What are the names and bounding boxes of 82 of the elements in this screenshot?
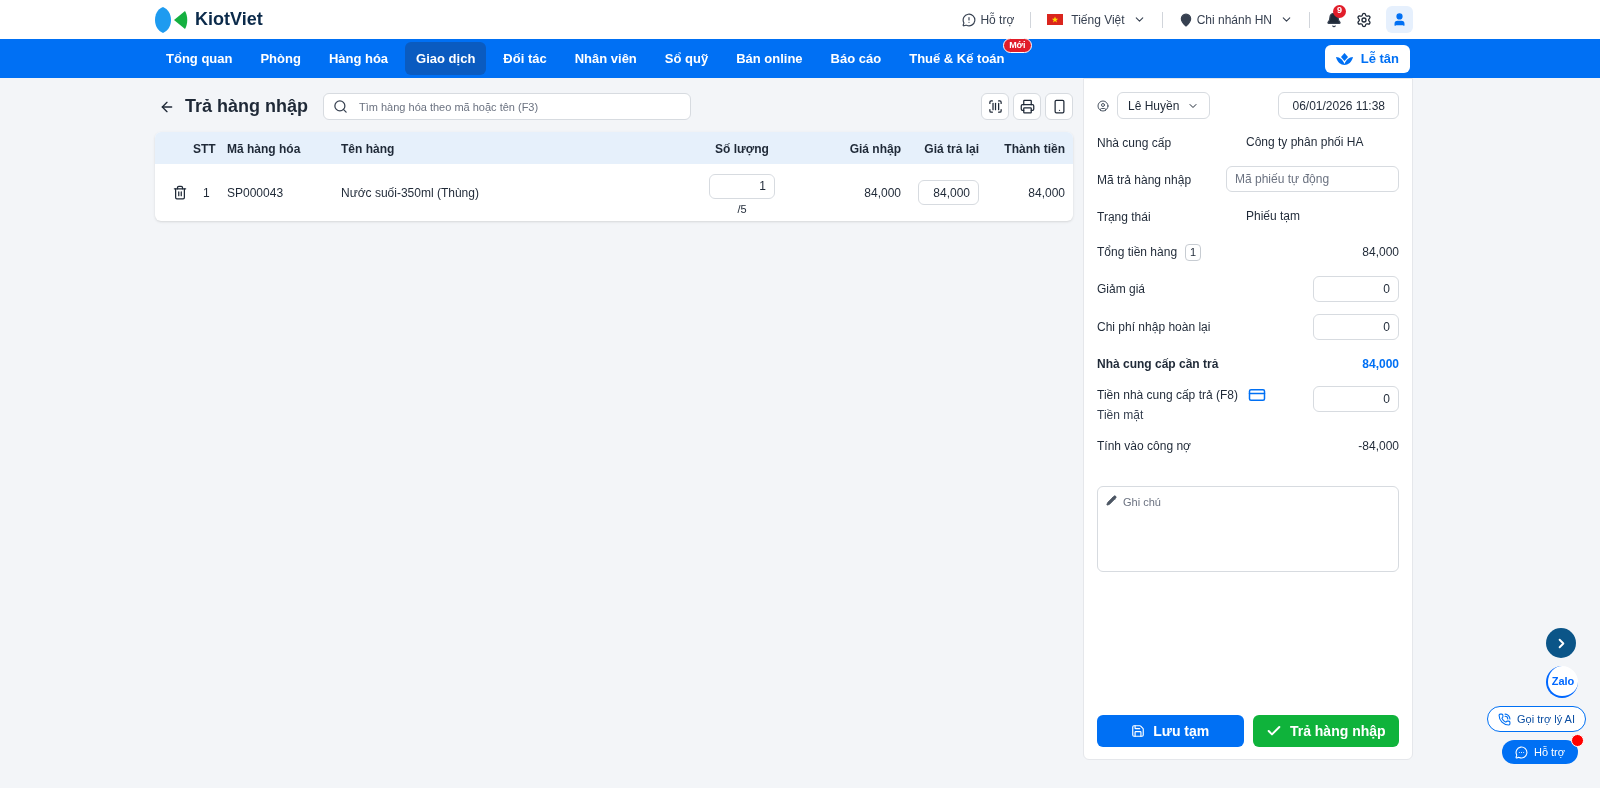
nav-tab[interactable]: Hàng hóa bbox=[317, 42, 400, 75]
barcode-icon bbox=[987, 99, 1003, 114]
support-link[interactable]: Hỗ trợ bbox=[962, 10, 1015, 29]
field-value: 84,000 bbox=[1362, 356, 1399, 373]
flag-icon bbox=[1047, 14, 1064, 25]
column-header: Số lượng bbox=[715, 142, 769, 156]
column-header: Giá nhập bbox=[849, 142, 901, 156]
field-value: -84,000 bbox=[1358, 438, 1399, 455]
new-badge: Mới bbox=[1003, 38, 1032, 53]
logo-icon bbox=[155, 5, 189, 34]
field-value: Phiếu tạm bbox=[1246, 208, 1301, 225]
card-icon[interactable] bbox=[1247, 386, 1266, 404]
field-value: 84,000 bbox=[1362, 244, 1399, 261]
return-goods-button[interactable]: Trả hàng nhập bbox=[1252, 715, 1399, 747]
notification-count: 9 bbox=[1333, 4, 1346, 18]
field-label: Tính vào công nợ bbox=[1097, 438, 1191, 455]
nav-tab[interactable]: Báo cáo bbox=[819, 42, 893, 75]
avatar-button[interactable] bbox=[1386, 6, 1413, 33]
field-value: Công ty phân phối HA bbox=[1246, 134, 1364, 151]
nav-tab[interactable]: Tổng quan bbox=[155, 42, 244, 75]
input-field[interactable]: 0 bbox=[1313, 386, 1399, 412]
phone-button[interactable] bbox=[1045, 93, 1073, 120]
column-header: STT bbox=[193, 142, 216, 156]
field-label: Chi phí nhập hoàn lại bbox=[1097, 319, 1211, 336]
search-icon bbox=[333, 99, 348, 114]
chat-bubble-icon bbox=[1514, 745, 1528, 759]
table-cell: Nước suối-350ml (Thùng) bbox=[341, 185, 479, 200]
language-select[interactable]: Tiếng Việt bbox=[1047, 10, 1146, 29]
print-button[interactable] bbox=[1013, 93, 1041, 120]
phone-icon bbox=[1498, 712, 1512, 726]
field-label: Nhà cung cấp cần trả bbox=[1097, 356, 1219, 373]
field-label: Tổng tiền hàng bbox=[1097, 244, 1178, 261]
phone-icon bbox=[1051, 99, 1067, 114]
date-field[interactable]: 06/01/2026 11:38 bbox=[1278, 92, 1399, 119]
pencil-icon bbox=[1106, 495, 1117, 506]
printer-icon bbox=[1019, 99, 1035, 114]
table-cell: 84,000 bbox=[864, 185, 901, 200]
ai-assistant-button[interactable]: Gọi trợ lý AI bbox=[1487, 706, 1586, 732]
lotus-icon bbox=[1335, 52, 1353, 65]
nav-tab[interactable]: Phòng bbox=[249, 42, 312, 75]
search-field[interactable]: Tìm hàng hóa theo mã hoặc tên (F3) bbox=[323, 93, 691, 120]
table-cell: 1 bbox=[203, 185, 210, 200]
note-field[interactable]: Ghi chú bbox=[1097, 486, 1399, 572]
nav-tab[interactable]: Đối tác bbox=[492, 42, 558, 75]
field-label: Giảm giá bbox=[1097, 281, 1146, 298]
field-label: Tiền nhà cung cấp trả (F8) bbox=[1097, 387, 1238, 404]
column-header: Mã hàng hóa bbox=[227, 142, 301, 156]
table-cell: 84,000 bbox=[1028, 185, 1065, 200]
reception-button[interactable]: Lễ tân bbox=[1324, 44, 1410, 73]
field-label: Nhà cung cấp bbox=[1097, 136, 1172, 150]
input-field[interactable]: Mã phiếu tự động bbox=[1226, 166, 1399, 192]
branch-select[interactable]: Chi nhánh HN bbox=[1178, 10, 1293, 29]
user-icon bbox=[1097, 99, 1109, 112]
count-badge: 1 bbox=[1185, 243, 1202, 261]
return-price-field[interactable]: 84,000 bbox=[918, 180, 979, 205]
nav-tab[interactable]: Bán online bbox=[725, 42, 814, 75]
field-label: Mã trả hàng nhập bbox=[1097, 173, 1192, 187]
expand-button[interactable] bbox=[1546, 628, 1576, 658]
save-draft-button[interactable]: Lưu tạm bbox=[1097, 715, 1244, 747]
user-icon bbox=[1392, 12, 1407, 27]
page-title: Trả hàng nhập bbox=[185, 95, 309, 118]
quantity-limit: /5 bbox=[737, 201, 747, 217]
field-label: Trạng thái bbox=[1097, 210, 1151, 224]
map-pin-icon bbox=[1178, 12, 1193, 27]
chat-alert-icon bbox=[962, 12, 977, 27]
quantity-field[interactable]: 1 bbox=[709, 173, 775, 199]
barcode-button[interactable] bbox=[981, 93, 1009, 120]
column-header: Giá trả lại bbox=[924, 142, 979, 156]
nav-tab[interactable]: Sổ quỹ bbox=[653, 42, 720, 75]
logo-text: KiotViet bbox=[195, 8, 263, 31]
nav-tab[interactable]: Nhân viên bbox=[563, 42, 648, 75]
table-cell: SP000043 bbox=[227, 185, 284, 200]
input-field[interactable]: 0 bbox=[1313, 314, 1399, 340]
column-header: Thành tiền bbox=[1004, 142, 1065, 156]
payment-method-link[interactable]: Tiền mặt bbox=[1097, 406, 1266, 424]
input-field[interactable]: 0 bbox=[1313, 276, 1399, 302]
staff-select[interactable]: Lê Huyền bbox=[1117, 92, 1211, 119]
settings-icon[interactable] bbox=[1356, 11, 1372, 28]
column-header: Tên hàng bbox=[341, 142, 395, 156]
zalo-button[interactable]: Zalo bbox=[1546, 666, 1578, 698]
nav-tab[interactable]: Giao dịch bbox=[405, 42, 487, 75]
support-chat-button[interactable]: Hỗ trợ bbox=[1501, 740, 1578, 764]
